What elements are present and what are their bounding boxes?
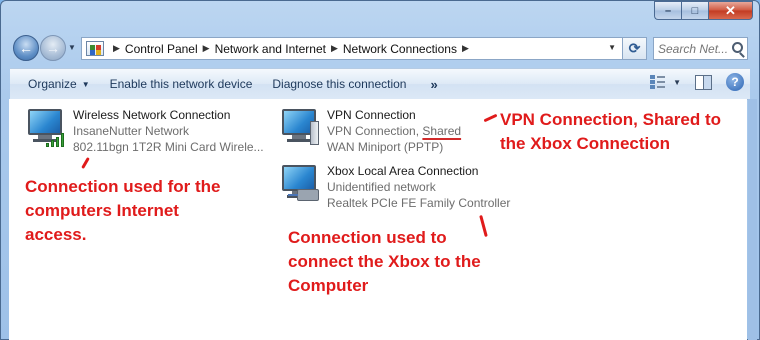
- window-controls: – □ ✕: [654, 1, 753, 20]
- connection-network: Unidentified network: [327, 180, 436, 194]
- annotation-mark: [81, 157, 90, 169]
- vpn-connection-icon: [279, 107, 321, 149]
- preview-pane-icon[interactable]: [695, 74, 712, 90]
- wired-network-icon: [279, 163, 321, 205]
- control-panel-icon: [86, 41, 104, 56]
- chevron-down-icon: ▼: [81, 79, 90, 89]
- help-icon[interactable]: ?: [726, 73, 744, 91]
- close-button[interactable]: ✕: [708, 1, 753, 20]
- annotation-internet: Connection used for the computers Intern…: [25, 177, 221, 244]
- annotation-vpn: VPN Connection, Shared to the Xbox Conne…: [500, 110, 722, 153]
- minimize-button[interactable]: –: [654, 1, 681, 20]
- connection-status: VPN Connection, Shared: [327, 123, 461, 139]
- list-item-vpn-connection[interactable]: VPN Connection VPN Connection, Shared WA…: [279, 107, 489, 155]
- recent-pages-dropdown-icon[interactable]: ▼: [68, 43, 76, 52]
- connection-network: InsaneNutter Network: [73, 124, 190, 138]
- address-dropdown-icon[interactable]: ▼: [608, 43, 616, 52]
- connection-status-prefix: VPN Connection,: [327, 124, 423, 138]
- chevron-right-icon[interactable]: ▶: [331, 43, 338, 54]
- list-item-wireless-connection[interactable]: Wireless Network Connection InsaneNutter…: [25, 107, 275, 155]
- command-bar: Organize ▼ Enable this network device Di…: [10, 68, 750, 100]
- connection-name: Wireless Network Connection: [73, 108, 231, 122]
- address-bar[interactable]: ▶ Control Panel ▶ Network and Internet ▶…: [81, 37, 623, 60]
- view-options-dropdown-icon[interactable]: ▼: [673, 78, 681, 87]
- organize-label: Organize: [28, 77, 77, 91]
- search-icon[interactable]: [732, 42, 743, 53]
- shared-status: Shared: [422, 124, 462, 138]
- chevron-right-icon[interactable]: ▶: [113, 43, 120, 54]
- connection-name: VPN Connection: [327, 108, 416, 122]
- connection-adapter: Realtek PCIe FE Family Controller: [327, 196, 511, 210]
- organize-menu[interactable]: Organize ▼: [10, 69, 100, 99]
- back-arrow-icon[interactable]: ←: [13, 35, 39, 61]
- annotation-xbox: Connection used to connect the Xbox to t…: [288, 228, 481, 295]
- forward-arrow-icon[interactable]: →: [40, 35, 66, 61]
- connection-adapter: WAN Miniport (PPTP): [327, 140, 444, 154]
- breadcrumb-network-and-internet[interactable]: Network and Internet: [215, 42, 326, 56]
- chevron-right-icon[interactable]: ▶: [203, 43, 210, 54]
- more-commands-button[interactable]: »: [416, 69, 447, 99]
- enable-device-button[interactable]: Enable this network device: [100, 69, 263, 99]
- navigation-bar: ← → ▼ ▶ Control Panel ▶ Network and Inte…: [11, 34, 748, 64]
- list-item-xbox-connection[interactable]: Xbox Local Area Connection Unidentified …: [279, 163, 519, 211]
- window-border-right: [748, 99, 757, 340]
- connection-adapter: 802.11bgn 1T2R Mini Card Wirele...: [73, 140, 264, 154]
- wireless-network-icon: [25, 107, 67, 149]
- connection-name: Xbox Local Area Connection: [327, 164, 479, 178]
- breadcrumb-network-connections[interactable]: Network Connections: [343, 42, 457, 56]
- search-box[interactable]: [653, 37, 748, 60]
- chevron-right-icon[interactable]: ▶: [462, 43, 469, 54]
- change-view-icon[interactable]: [649, 74, 667, 90]
- breadcrumb-control-panel[interactable]: Control Panel: [125, 42, 198, 56]
- maximize-button[interactable]: □: [681, 1, 708, 20]
- connections-list: Wireless Network Connection InsaneNutter…: [9, 99, 747, 340]
- diagnose-connection-button[interactable]: Diagnose this connection: [262, 69, 416, 99]
- refresh-button[interactable]: ⟳: [623, 37, 647, 60]
- search-input[interactable]: [658, 41, 730, 56]
